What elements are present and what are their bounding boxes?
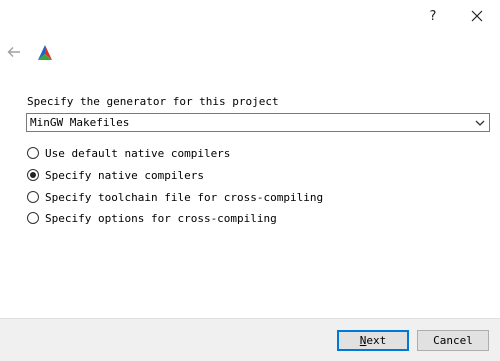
radio-circle[interactable] [27,191,39,203]
radio-default-native-compilers[interactable]: Use default native compilers [27,145,230,161]
radio-specify-native-compilers[interactable]: Specify native compilers [27,167,204,183]
back-arrow-icon [7,47,20,57]
next-label: ext [366,334,387,347]
radio-circle[interactable] [27,212,39,224]
cmake-logo-icon [38,45,52,60]
generator-label: Specify the generator for this project [27,95,279,108]
radio-cross-compiling-options[interactable]: Specify options for cross-compiling [27,210,277,226]
back-button[interactable] [5,44,23,60]
help-button[interactable]: ? [418,4,448,28]
radio-circle[interactable] [27,147,39,159]
chevron-down-icon [475,120,485,126]
close-button[interactable] [462,4,492,28]
radio-selected-dot [30,172,36,178]
radio-label: Specify native compilers [45,168,204,182]
radio-label: Specify options for cross-compiling [45,211,277,225]
radio-label: Specify toolchain file for cross-compili… [45,190,324,204]
radio-circle[interactable] [27,169,39,181]
next-button[interactable]: Next [337,330,409,351]
generator-select[interactable]: MinGW Makefiles [26,113,490,132]
button-bar: Next Cancel [0,318,500,361]
cancel-button[interactable]: Cancel [417,330,489,351]
generator-selected-value: MinGW Makefiles [30,116,130,129]
close-icon [471,10,483,22]
radio-label: Use default native compilers [45,146,231,160]
radio-toolchain-file[interactable]: Specify toolchain file for cross-compili… [27,189,323,205]
